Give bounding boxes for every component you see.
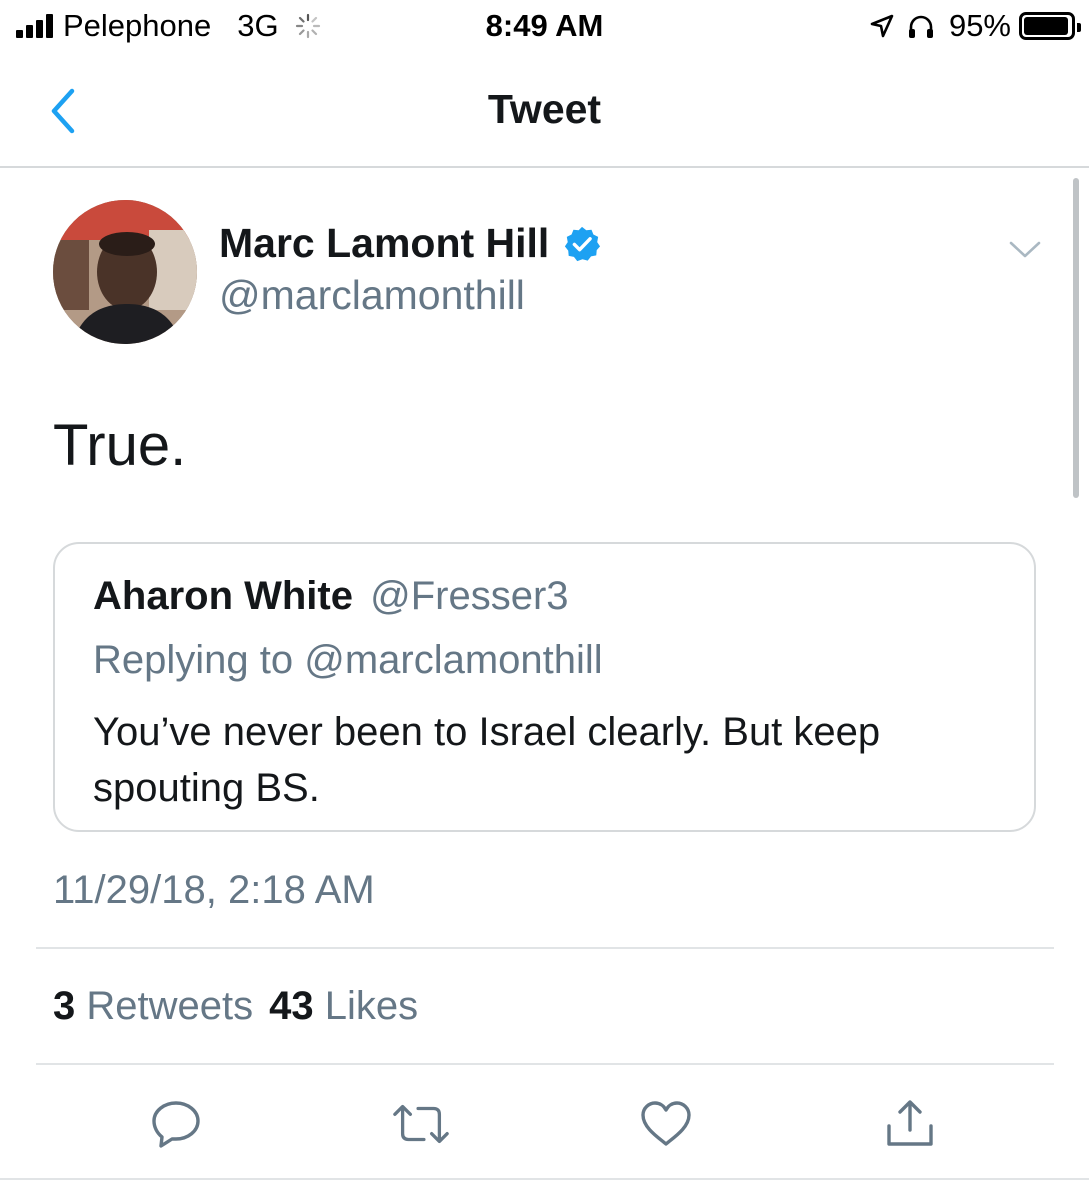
avatar[interactable] (53, 200, 197, 344)
share-button[interactable] (880, 1096, 940, 1152)
like-icon (641, 1101, 691, 1146)
page-title: Tweet (487, 86, 602, 132)
divider (36, 1063, 1054, 1065)
headphones-icon (908, 15, 933, 38)
retweets-count: 3 (53, 984, 76, 1028)
likes-stat[interactable]: 43 Likes (269, 984, 418, 1028)
status-left: Pelephone 3G (16, 8, 321, 44)
verified-badge-icon (565, 226, 601, 261)
scroll-indicator[interactable] (1073, 178, 1079, 498)
author-name-row: Marc Lamont Hill (219, 220, 601, 267)
chevron-down-icon (1009, 241, 1041, 258)
quoted-tweet-header: Aharon White @Fresser3 (93, 574, 569, 619)
quoted-tweet-text: You’ve never been to Israel clearly. But… (93, 710, 881, 810)
activity-spinner-icon (295, 13, 320, 39)
navigation-bar: Tweet (0, 56, 1089, 168)
location-arrow-icon (870, 14, 894, 38)
tweet-stats: 3 Retweets 43 Likes (53, 984, 418, 1029)
reply-icon (152, 1101, 200, 1148)
retweet-button[interactable] (391, 1096, 451, 1152)
chevron-left-icon (51, 88, 75, 134)
signal-bars-icon (16, 14, 53, 38)
divider (36, 947, 1054, 949)
retweet-icon (393, 1104, 449, 1144)
author-handle[interactable]: @marclamonthill (219, 272, 525, 319)
status-bar: Pelephone 3G 8:49 AM 95% (0, 0, 1089, 56)
share-icon (887, 1100, 933, 1146)
bottom-divider (0, 1178, 1089, 1180)
battery-fill (1024, 17, 1068, 35)
back-button[interactable] (38, 86, 88, 136)
quoted-author-name: Aharon White (93, 574, 353, 618)
author-name[interactable]: Marc Lamont Hill (219, 220, 549, 267)
tweet-text: True. (53, 413, 187, 478)
quoted-reply-line: Replying to @marclamonthill (93, 638, 603, 682)
quoted-author-handle: @Fresser3 (370, 574, 569, 618)
quoted-tweet[interactable]: Aharon White @Fresser3 Replying to @marc… (53, 542, 1036, 832)
likes-label: Likes (324, 984, 419, 1028)
battery-percent: 95% (948, 8, 1011, 43)
likes-count: 43 (269, 984, 314, 1028)
like-button[interactable] (636, 1096, 696, 1152)
battery-cap (1077, 23, 1081, 32)
retweets-label: Retweets (86, 984, 254, 1028)
network-type: 3G (237, 8, 279, 43)
avatar-photo (53, 200, 197, 344)
battery-icon (1019, 12, 1081, 40)
carrier-name: Pelephone (63, 8, 212, 43)
retweets-stat[interactable]: 3 Retweets (53, 984, 253, 1028)
reply-button[interactable] (146, 1096, 206, 1152)
tweet-timestamp: 11/29/18, 2:18 AM (53, 868, 375, 912)
more-options-button[interactable] (1002, 232, 1048, 268)
status-right: 95% (869, 8, 1081, 44)
